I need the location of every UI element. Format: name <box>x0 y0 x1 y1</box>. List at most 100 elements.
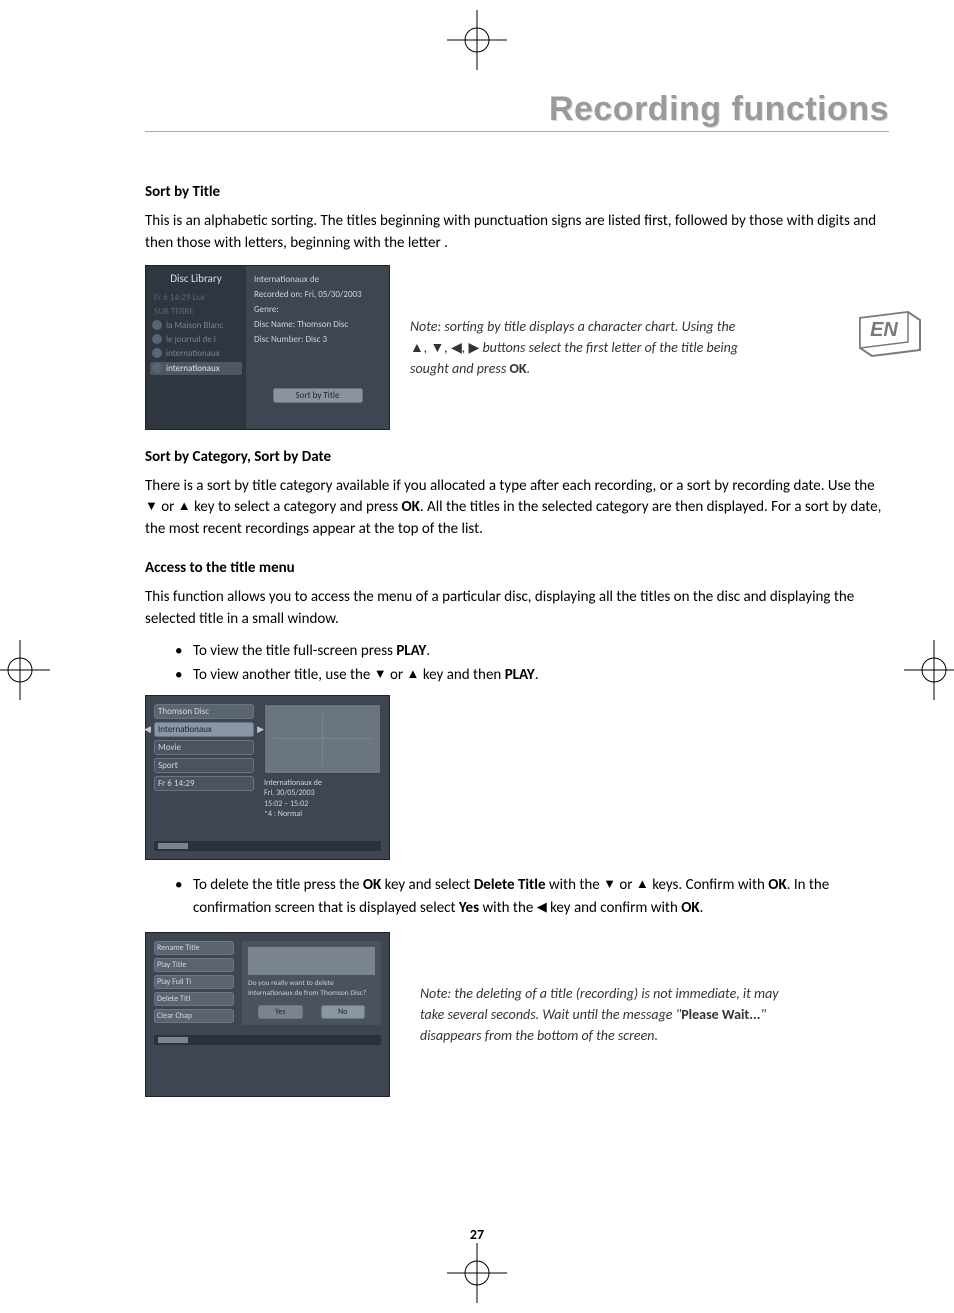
note-sorting: Note: sorting by title displays a charac… <box>410 316 740 379</box>
arrow-down-icon: ▼ <box>603 875 616 895</box>
sec2-c: key to select a category and press <box>191 498 402 516</box>
arrow-up-icon: ▲ <box>410 339 424 356</box>
disc-icon <box>152 348 162 358</box>
sec2-ok: OK <box>401 498 419 516</box>
shot1-row-selected: internationaux <box>150 362 242 375</box>
note1-end: . <box>527 360 531 377</box>
shot3-item: Delete Titl <box>154 992 234 1006</box>
s4-e: keys. Confirm with <box>649 876 769 894</box>
registration-mark-right <box>904 640 954 700</box>
s4-b: key and select <box>381 876 474 894</box>
list-item: To delete the title press the OK key and… <box>175 874 890 921</box>
section-title-sort-by-title: Sort by Title <box>145 183 890 201</box>
arrow-down-icon: ▼ <box>374 665 387 685</box>
shot1-info-title: Internationaux de <box>254 274 381 285</box>
arrow-up-icon: ▲ <box>178 498 191 517</box>
list-item: To view another title, use the ▼ or ▲ ke… <box>175 664 890 687</box>
shot1-row2-label: le journal de l <box>166 334 216 345</box>
bullet-list-1: To view the title full-screen press PLAY… <box>145 640 890 687</box>
li2-c: key and then <box>419 666 504 684</box>
page-title: Recording functions <box>145 90 889 129</box>
li2-e: . <box>535 666 539 684</box>
note1-ok: OK <box>509 360 526 377</box>
shot2-meta3: 15:02 – 15:02 <box>264 799 381 809</box>
disc-icon <box>152 334 162 344</box>
li2-d: PLAY <box>505 666 535 684</box>
arrow-right-icon: ▶ <box>469 339 480 356</box>
shot1-row: internationaux <box>150 348 242 359</box>
shot1-row: le journal de l <box>150 334 242 345</box>
bullet-list-2: To delete the title press the OK key and… <box>145 874 890 921</box>
shot1-row4-label: internationaux <box>166 363 220 374</box>
s4-dt: Delete Title <box>474 876 546 894</box>
shot1-info-rec: Recorded on: Fri, 05/30/2003 <box>254 289 381 300</box>
shot3-yes-button: Yes <box>258 1005 303 1019</box>
screenshot-disc-library: Disc Library Fr 6 14:29 Lux SUR TERRE la… <box>145 265 390 430</box>
li1-a: To view the title full-screen press <box>193 642 396 660</box>
screenshot-title-menu: Thomson Disc Internationaux Movie Sport … <box>145 695 390 860</box>
s4-ok2: OK <box>768 876 786 894</box>
s4-c: with the <box>546 876 604 894</box>
s4-h: key and confirm with <box>547 899 682 917</box>
shot3-dialog-preview <box>248 947 375 975</box>
shot1-row3-label: internationaux <box>166 348 220 359</box>
shot3-no-button: No <box>321 1005 366 1019</box>
section-title-access-menu: Access to the title menu <box>145 559 890 577</box>
page-header: Recording functions <box>145 90 889 132</box>
arrow-left-icon: ◀ <box>451 339 462 356</box>
shot3-dialog: Do you really want to delete Internation… <box>242 941 381 1025</box>
s4-a: To delete the title press the <box>193 876 363 894</box>
body-access-menu: This function allows you to access the m… <box>145 587 890 631</box>
screenshot-delete-confirm: Rename Title Play Title Play Full Ti Del… <box>145 932 390 1097</box>
registration-mark-left <box>0 640 50 700</box>
s4-yes: Yes <box>459 899 479 917</box>
s4-i: . <box>700 899 704 917</box>
shot3-dialog-text: Do you really want to delete Internation… <box>248 979 375 999</box>
shot3-item: Clear Chap <box>154 1009 234 1023</box>
note-deleting: Note: the deleting of a title (recording… <box>420 983 790 1046</box>
li2-b: or <box>387 666 407 684</box>
sec2-a: There is a sort by title category availa… <box>145 477 875 495</box>
li2-a: To view another title, use the <box>193 666 374 684</box>
shot2-preview-image <box>264 704 381 774</box>
li1-b: PLAY <box>396 642 426 660</box>
shot2-item-selected: Internationaux <box>154 722 254 737</box>
arrow-left-icon: ◀ <box>537 898 547 918</box>
disc-icon <box>152 320 162 330</box>
shot3-progress-bar <box>154 1035 381 1045</box>
arrow-up-icon: ▲ <box>636 875 649 895</box>
arrow-down-icon: ▼ <box>431 339 445 356</box>
s4-d: or <box>616 876 636 894</box>
page-number: 27 <box>0 1226 954 1243</box>
shot1-row1-label: la Maison Blanc <box>166 320 223 331</box>
note2-pw: Please Wait... <box>681 1006 760 1023</box>
shot1-info-disc: Disc Name: Thomson Disc <box>254 319 381 330</box>
arrow-down-icon: ▼ <box>145 498 158 517</box>
shot2-meta: Internationaux de Fri, 30/05/2003 15:02 … <box>264 778 381 820</box>
shot2-meta1: Internationaux de <box>264 778 381 788</box>
shot1-info-genre: Genre: <box>254 304 381 315</box>
shot1-dim1: Fr 6 14:29 Lux <box>150 292 242 303</box>
s4-ok1: OK <box>363 876 381 894</box>
registration-mark-top <box>447 10 507 70</box>
shot2-item: Movie <box>154 740 254 755</box>
shot3-item: Play Full Ti <box>154 975 234 989</box>
li1-c: . <box>426 642 430 660</box>
shot2-item: Sport <box>154 758 254 773</box>
note1-pre: Note: sorting by title displays a charac… <box>410 318 735 335</box>
shot1-dim2: SUR TERRE <box>150 306 242 317</box>
shot3-item: Rename Title <box>154 941 234 955</box>
shot2-header: Thomson Disc <box>154 704 254 719</box>
body-sort-by-category: There is a sort by title category availa… <box>145 476 890 541</box>
s4-g: with the <box>479 899 537 917</box>
shot2-item: Fr 6 14:29 <box>154 776 254 791</box>
registration-mark-bottom <box>447 1243 507 1303</box>
s4-ok3: OK <box>681 899 699 917</box>
body-sort-by-title: This is an alphabetic sorting. The title… <box>145 211 890 255</box>
sec2-b: or <box>158 498 178 516</box>
shot3-item: Play Title <box>154 958 234 972</box>
shot1-row: la Maison Blanc <box>150 320 242 331</box>
shot2-progress-bar <box>154 841 381 851</box>
shot1-sort-button: Sort by Title <box>273 388 363 403</box>
section-title-sort-by-category: Sort by Category, Sort by Date <box>145 448 890 466</box>
